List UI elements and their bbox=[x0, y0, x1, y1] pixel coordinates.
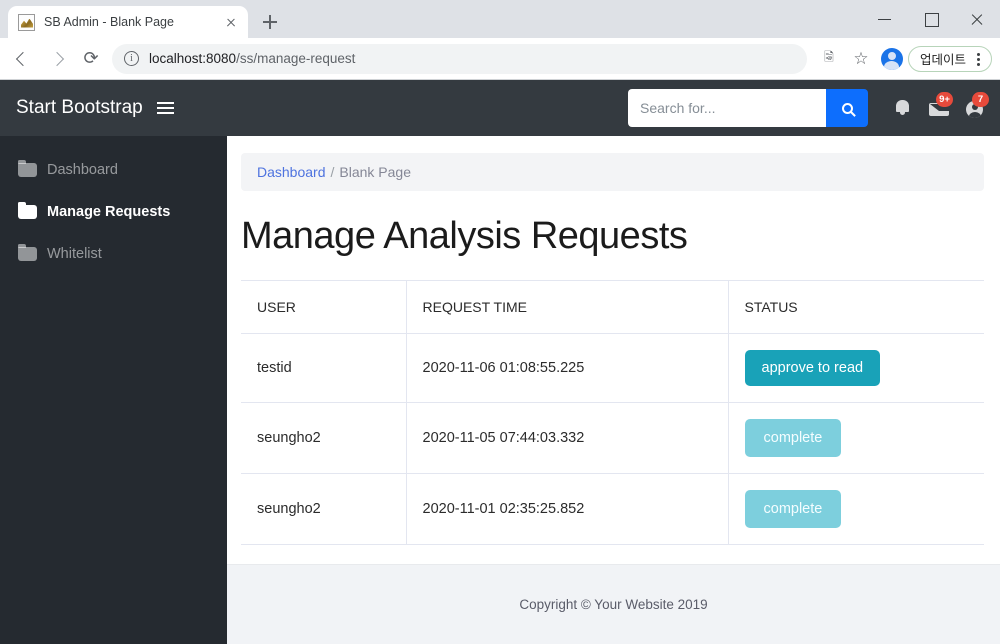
minimize-icon[interactable] bbox=[862, 0, 908, 38]
kebab-menu-icon[interactable] bbox=[969, 49, 987, 69]
url-host: localhost:8080 bbox=[149, 51, 237, 66]
cell-status: approve to read bbox=[727, 333, 984, 403]
column-header-request-time: REQUEST TIME bbox=[405, 280, 728, 334]
folder-icon bbox=[18, 159, 37, 177]
browser-window: SB Admin - Blank Page ⟳ i localhost:8080… bbox=[0, 0, 1000, 644]
reload-button[interactable]: ⟳ bbox=[76, 44, 106, 74]
cell-status: complete bbox=[727, 473, 984, 545]
star-icon[interactable]: ☆ bbox=[847, 45, 875, 73]
footer-copyright: Copyright © Your Website 2019 bbox=[519, 597, 708, 612]
content-wrapper: Dashboard / Blank Page Manage Analysis Req… bbox=[227, 136, 1000, 644]
bell-glyph bbox=[896, 100, 909, 115]
page-body: Dashboard Manage Requests Whitelist Dash… bbox=[0, 136, 1000, 644]
update-button-label: 업데이트 bbox=[919, 53, 966, 67]
table-row: seungho2 2020-11-05 07:44:03.332 complet… bbox=[241, 402, 984, 474]
window-controls bbox=[862, 0, 1000, 38]
tab-title: SB Admin - Blank Page bbox=[44, 15, 174, 29]
url-path: /ss/manage-request bbox=[236, 51, 356, 66]
requests-table: USER REQUEST TIME STATUS testid 2020-11-… bbox=[241, 280, 984, 545]
breadcrumb: Dashboard / Blank Page bbox=[241, 153, 984, 191]
complete-status-button: complete bbox=[744, 490, 842, 528]
maximize-icon[interactable] bbox=[908, 0, 954, 38]
complete-status-button: complete bbox=[744, 419, 842, 457]
profile-avatar-icon[interactable] bbox=[880, 47, 903, 70]
browser-title-bar: SB Admin - Blank Page bbox=[0, 0, 1000, 38]
update-button[interactable]: 업데이트 bbox=[907, 45, 992, 72]
toolbar-right: 🗟 ☆ 업데이트 bbox=[813, 45, 992, 73]
cell-user: seungho2 bbox=[241, 402, 406, 474]
sidebar-item-label: Whitelist bbox=[47, 246, 102, 262]
page-title: Manage Analysis Requests bbox=[241, 215, 688, 257]
breadcrumb-separator: / bbox=[330, 164, 335, 180]
sidebar-item-dashboard[interactable]: Dashboard bbox=[0, 149, 227, 191]
folder-icon bbox=[18, 243, 37, 261]
window-close-icon[interactable] bbox=[954, 0, 1000, 38]
translate-icon[interactable]: 🗟 bbox=[815, 45, 843, 73]
site-favicon-icon bbox=[18, 13, 35, 31]
navbar-search bbox=[628, 89, 868, 127]
sidebar: Dashboard Manage Requests Whitelist bbox=[0, 136, 227, 644]
messages-envelope-icon[interactable]: 9+ bbox=[928, 92, 960, 121]
cell-request-time: 2020-11-01 02:35:25.852 bbox=[405, 473, 728, 545]
browser-toolbar: ⟳ i localhost:8080/ss/manage-request 🗟 ☆… bbox=[0, 38, 1000, 80]
new-tab-button[interactable] bbox=[256, 8, 284, 36]
folder-icon bbox=[18, 201, 37, 219]
messages-badge: 9+ bbox=[936, 92, 953, 107]
search-button[interactable] bbox=[826, 89, 868, 127]
back-button[interactable] bbox=[8, 44, 38, 74]
main-content: Dashboard / Blank Page Manage Analysis Req… bbox=[227, 136, 1000, 564]
address-bar-url: localhost:8080/ss/manage-request bbox=[149, 51, 355, 66]
sidebar-item-whitelist[interactable]: Whitelist bbox=[0, 233, 227, 275]
sidebar-item-label: Manage Requests bbox=[47, 204, 171, 220]
app-top-navbar: Start Bootstrap 9+ 7 bbox=[0, 80, 1000, 136]
table-body: testid 2020-11-06 01:08:55.225 approve t… bbox=[241, 333, 984, 545]
forward-button[interactable] bbox=[42, 44, 72, 74]
table-head: USER REQUEST TIME STATUS bbox=[241, 280, 984, 334]
browser-tab[interactable]: SB Admin - Blank Page bbox=[8, 6, 248, 38]
table-row: testid 2020-11-06 01:08:55.225 approve t… bbox=[241, 333, 984, 403]
page-viewport: Start Bootstrap 9+ 7 bbox=[0, 80, 1000, 644]
cell-request-time: 2020-11-06 01:08:55.225 bbox=[405, 333, 728, 403]
column-header-user: USER bbox=[241, 280, 406, 334]
column-header-status: STATUS bbox=[727, 280, 984, 334]
close-tab-icon[interactable] bbox=[222, 13, 240, 31]
user-profile-icon[interactable]: 7 bbox=[964, 92, 989, 121]
hamburger-menu-icon[interactable] bbox=[156, 99, 176, 117]
navbar-icons: 9+ 7 bbox=[892, 92, 989, 121]
search-input[interactable] bbox=[628, 89, 826, 127]
search-icon bbox=[841, 102, 853, 114]
cell-request-time: 2020-11-05 07:44:03.332 bbox=[405, 402, 728, 474]
app-brand[interactable]: Start Bootstrap bbox=[16, 97, 143, 119]
breadcrumb-current: Blank Page bbox=[339, 164, 411, 180]
breadcrumb-link-dashboard[interactable]: Dashboard bbox=[257, 164, 326, 180]
table-row: seungho2 2020-11-01 02:35:25.852 complet… bbox=[241, 473, 984, 545]
alerts-bell-icon[interactable] bbox=[892, 95, 914, 121]
table-header-row: USER REQUEST TIME STATUS bbox=[241, 280, 984, 334]
site-info-icon[interactable]: i bbox=[124, 51, 139, 66]
page-footer: Copyright © Your Website 2019 bbox=[227, 564, 1000, 644]
address-bar[interactable]: i localhost:8080/ss/manage-request bbox=[112, 43, 807, 74]
sidebar-item-label: Dashboard bbox=[47, 162, 118, 178]
cell-status: complete bbox=[727, 402, 984, 474]
cell-user: testid bbox=[241, 333, 406, 403]
user-badge: 7 bbox=[972, 92, 989, 107]
cell-user: seungho2 bbox=[241, 473, 406, 545]
approve-to-read-button[interactable]: approve to read bbox=[744, 350, 881, 386]
sidebar-item-manage-requests[interactable]: Manage Requests bbox=[0, 191, 227, 233]
